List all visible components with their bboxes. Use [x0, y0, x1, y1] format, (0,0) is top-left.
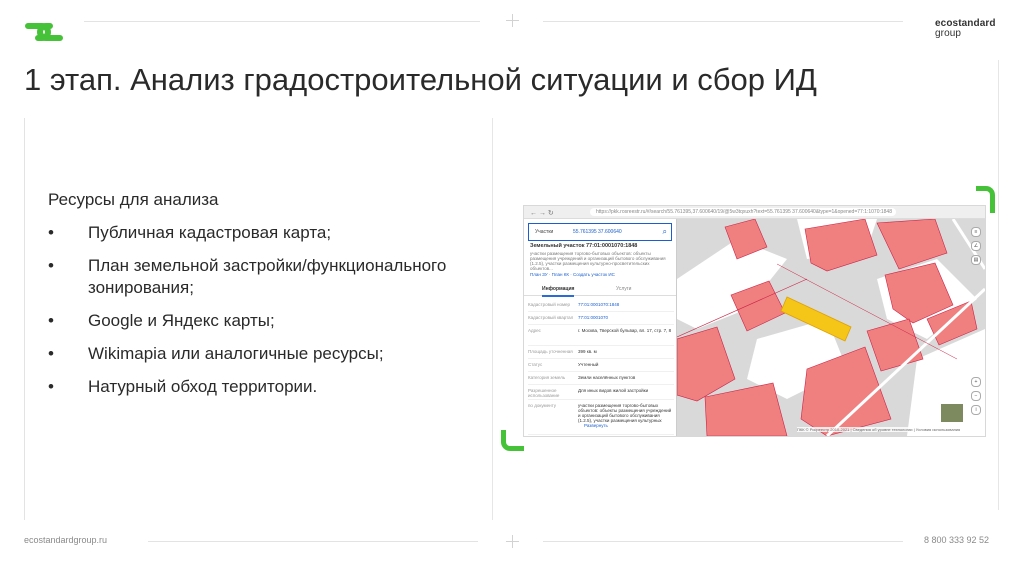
- parcel-note: участки размещения торгово-бытовых объек…: [530, 251, 666, 271]
- panel-tabs: Информация Услуги: [524, 283, 676, 297]
- resources-list: • Публичная кадастровая карта; • План земе…: [48, 222, 478, 409]
- footer-divider-right: [543, 541, 903, 542]
- footer-divider-left: [148, 541, 478, 542]
- table-row: по документу участки размещения торгово-б…: [528, 400, 674, 435]
- bullet-icon: •: [48, 344, 54, 363]
- row-value: Земли населённых пунктов: [578, 375, 636, 380]
- brand-wordmark: ecostandard group: [935, 19, 996, 39]
- table-row: Площадь уточненная 399 кв. м: [528, 346, 674, 359]
- footer-website: ecostandardgroup.ru: [24, 535, 108, 545]
- resources-heading: Ресурсы для анализа: [48, 190, 219, 209]
- expand-link: Развернуть: [584, 423, 608, 428]
- row-value: 77:01:0001070:1848: [578, 302, 620, 307]
- search-query: 55.761395 37.600640: [573, 229, 622, 235]
- ecostandard-logo-icon: [22, 18, 66, 46]
- zoom-in-icon: +: [971, 377, 981, 387]
- row-key: Кадастровый квартал: [528, 315, 574, 320]
- list-item-text: Wikimapia или аналогичные ресурсы;: [88, 344, 384, 363]
- measure-icon: ∠: [971, 241, 981, 251]
- header-divider-left: [84, 21, 480, 22]
- tab-information: Информация: [542, 283, 575, 297]
- zoom-out-icon: −: [971, 391, 981, 401]
- parcel-info-panel: Участки 55.761395 37.600640 ⌕ Земельный …: [524, 219, 677, 436]
- list-item: • Публичная кадастровая карта;: [48, 222, 478, 244]
- row-key: Категория земель: [528, 375, 566, 380]
- parcel-title: Земельный участок 77:01:0001070:1848: [530, 243, 638, 249]
- list-item: • Натурный обход территории.: [48, 376, 478, 398]
- tab-services: Услуги: [616, 286, 632, 292]
- footer-phone: 8 800 333 92 52: [924, 535, 990, 545]
- bullet-icon: •: [48, 377, 54, 396]
- list-item: • Wikimapia или аналогичные ресурсы;: [48, 343, 478, 365]
- bullet-icon: •: [48, 256, 54, 275]
- table-row: Разрешенное использование Для иных видов …: [528, 385, 674, 400]
- row-value: г. Москва, Тверской бульвар, вл. 17, стр…: [578, 328, 672, 333]
- search-icon: ⌕: [662, 227, 667, 236]
- cadastral-map-screenshot: ← → ↻ https://pkk.rosreestr.ru/#/search/…: [523, 205, 986, 437]
- list-item: • План земельной застройки/функциональног…: [48, 255, 478, 299]
- address-bar: https://pkk.rosreestr.ru/#/search/55.761…: [590, 208, 896, 216]
- svg-text:← → ↻: ← → ↻: [530, 210, 554, 217]
- map-view: ≡ ∠ ▤ + − i ПКК © Росреестр 2010-2021 | …: [676, 218, 985, 436]
- parcel-search-box: Участки 55.761395 37.600640 ⌕: [528, 223, 672, 241]
- map-canvas: [676, 218, 985, 436]
- plus-mark-top: [506, 14, 519, 27]
- search-type-select: Участки: [535, 229, 554, 235]
- parcel-links: План ЗУ · План КК · Создать участок ИС: [530, 272, 615, 277]
- corner-bracket-bottom-left: [501, 430, 524, 451]
- header-divider-right: [543, 21, 903, 22]
- satellite-thumbnail: [940, 403, 964, 423]
- list-item-text: Публичная кадастровая карта;: [88, 223, 332, 242]
- list-item-text: План земельной застройки/функционального…: [88, 256, 447, 297]
- table-row: Кадастровый квартал 77:01:0001070: [528, 312, 674, 325]
- table-row: Статус Учтенный: [528, 359, 674, 372]
- table-row: Кадастровый номер 77:01:0001070:1848: [528, 299, 674, 312]
- list-item-text: Натурный обход территории.: [88, 377, 318, 396]
- layers-icon: ≡: [971, 227, 981, 237]
- list-item-text: Google и Яндекс карты;: [88, 311, 275, 330]
- row-value: Для иных видов жилой застройки: [578, 388, 649, 393]
- list-item: • Google и Яндекс карты;: [48, 310, 478, 332]
- browser-toolbar: ← → ↻ https://pkk.rosreestr.ru/#/search/…: [524, 206, 985, 219]
- row-value: 77:01:0001070: [578, 315, 609, 320]
- info-icon: i: [971, 405, 981, 415]
- print-icon: ▤: [971, 255, 981, 265]
- row-key: Статус: [528, 362, 543, 367]
- row-value: участки размещения торгово-бытовых объек…: [578, 403, 672, 423]
- row-key: Адрес: [528, 328, 541, 333]
- right-guide: [998, 60, 999, 510]
- page-title: 1 этап. Анализ градостроительной ситуаци…: [24, 62, 817, 97]
- bullet-icon: •: [48, 223, 54, 242]
- browser-nav-icon: ← → ↻: [530, 210, 554, 217]
- plus-mark-bottom: [506, 535, 519, 548]
- row-value: 399 кв. м: [578, 349, 597, 354]
- row-value: Учтенный: [578, 362, 599, 367]
- bullet-icon: •: [48, 311, 54, 330]
- row-key: по документу: [528, 403, 556, 408]
- row-key: Разрешенное использование: [528, 388, 560, 398]
- table-row: Адрес г. Москва, Тверской бульвар, вл. 17…: [528, 325, 674, 346]
- table-row: Категория земель Земли населённых пунктов: [528, 372, 674, 385]
- map-attribution: ПКК © Росреестр 2010-2021 | Сведения об …: [797, 427, 961, 432]
- row-key: Площадь уточненная: [528, 349, 573, 354]
- brand-line-2: group: [935, 28, 962, 39]
- row-key: Кадастровый номер: [528, 302, 571, 307]
- parcel-attributes: Кадастровый номер 77:01:0001070:1848 Када…: [528, 299, 674, 435]
